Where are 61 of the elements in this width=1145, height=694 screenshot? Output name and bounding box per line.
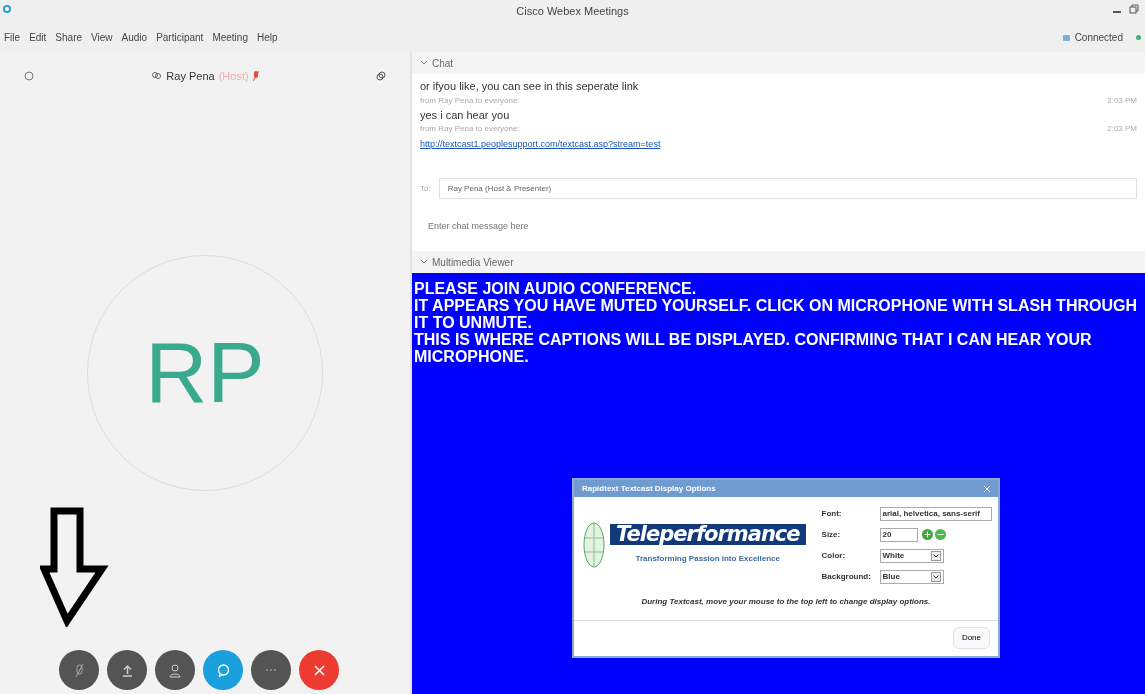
menu-item[interactable]: File xyxy=(4,29,21,45)
share-button[interactable] xyxy=(107,650,147,690)
mute-button[interactable] xyxy=(59,650,99,690)
menu-item[interactable]: Meeting xyxy=(212,29,248,45)
leave-button[interactable] xyxy=(299,650,339,690)
popout-icon xyxy=(376,71,386,82)
network-icon xyxy=(1061,32,1071,42)
host-name: Ray Pena xyxy=(166,69,215,84)
menu-item[interactable]: Participant xyxy=(156,29,204,45)
background-select[interactable]: Blue xyxy=(879,569,944,584)
menu-item[interactable]: Audio xyxy=(121,29,148,45)
chevron-down-icon xyxy=(420,60,428,66)
chat-message: or ifyou like, you can see in this seperate link xyxy=(420,79,640,94)
message-time: 2:03 PM xyxy=(1107,94,1137,107)
to-label: To: xyxy=(420,182,431,195)
field-label: Background: xyxy=(821,571,872,583)
message-time: 2:03 PM xyxy=(1107,123,1137,135)
field-label: Color: xyxy=(821,550,847,562)
chat-button[interactable] xyxy=(203,650,243,690)
logo-wordmark: Teleperformance xyxy=(610,523,806,545)
close-icon xyxy=(984,485,990,492)
increase-icon xyxy=(921,529,933,540)
field-label: Font: xyxy=(821,508,843,520)
chat-link[interactable]: http://textcast1.peoplesupport.com/textcast.asp?stream=test xyxy=(420,138,661,152)
connection-status: Connected xyxy=(1074,30,1123,45)
globe-figure-icon xyxy=(582,520,606,570)
host-role: (Host) xyxy=(218,69,249,84)
people-icon xyxy=(151,71,163,82)
done-button[interactable]: Done xyxy=(952,627,990,649)
caption-text: IT APPEARS YOU HAVE MUTED YOURSELF. CLICK ON MICROPHONE WITH SLASH THROUGH IT TO UNMUTE. xyxy=(414,297,1138,331)
size-field[interactable]: 20 xyxy=(879,527,918,542)
dialog-title: Rapidtext Textcast Display Options xyxy=(582,483,716,495)
menu-item[interactable]: Help xyxy=(256,29,278,45)
person-icon xyxy=(167,662,183,678)
decrease-icon xyxy=(934,529,946,540)
caption-text: PLEASE JOIN AUDIO CONFERENCE. xyxy=(414,280,698,297)
caption-text: THIS IS WHERE CAPTIONS WILL BE DISPLAYED. CONFIRMING THAT I CAN HEAR YOUR MICROPHONE. xyxy=(414,331,1093,365)
more-button[interactable] xyxy=(251,650,291,690)
font-field[interactable]: arial, helvetica, sans-serif xyxy=(879,506,992,521)
minimize-icon xyxy=(1113,11,1121,13)
message-sender: from Ray Pena to everyone: xyxy=(420,123,520,135)
logo-tagline: Transforming Passion into Excellence xyxy=(635,552,780,565)
menu-item[interactable]: Edit xyxy=(29,29,47,45)
color-select[interactable]: White xyxy=(879,548,944,563)
participants-button[interactable] xyxy=(155,650,195,690)
menu-item[interactable]: Share xyxy=(55,29,83,45)
restore-icon xyxy=(1129,4,1139,14)
section-title: Multimedia Viewer xyxy=(432,255,514,270)
chat-message: yes i can hear you xyxy=(420,107,511,123)
field-label: Size: xyxy=(821,529,842,541)
status-dot-icon xyxy=(1136,34,1141,40)
app-logo-icon xyxy=(2,4,12,14)
close-icon xyxy=(311,662,327,678)
menu-item[interactable]: View xyxy=(91,29,113,45)
recipient-select[interactable]: Ray Pena (Host & Presenter) xyxy=(438,178,1137,199)
chevron-down-icon xyxy=(420,259,428,265)
section-title: Chat xyxy=(432,56,454,71)
chat-bubble-icon xyxy=(215,662,231,678)
dialog-note: During Textcast, move your mouse to the top left to change display options. xyxy=(574,593,998,621)
window-title: Cisco Webex Meetings xyxy=(516,3,629,19)
message-sender: from Ray Pena to everyone: xyxy=(420,94,520,107)
